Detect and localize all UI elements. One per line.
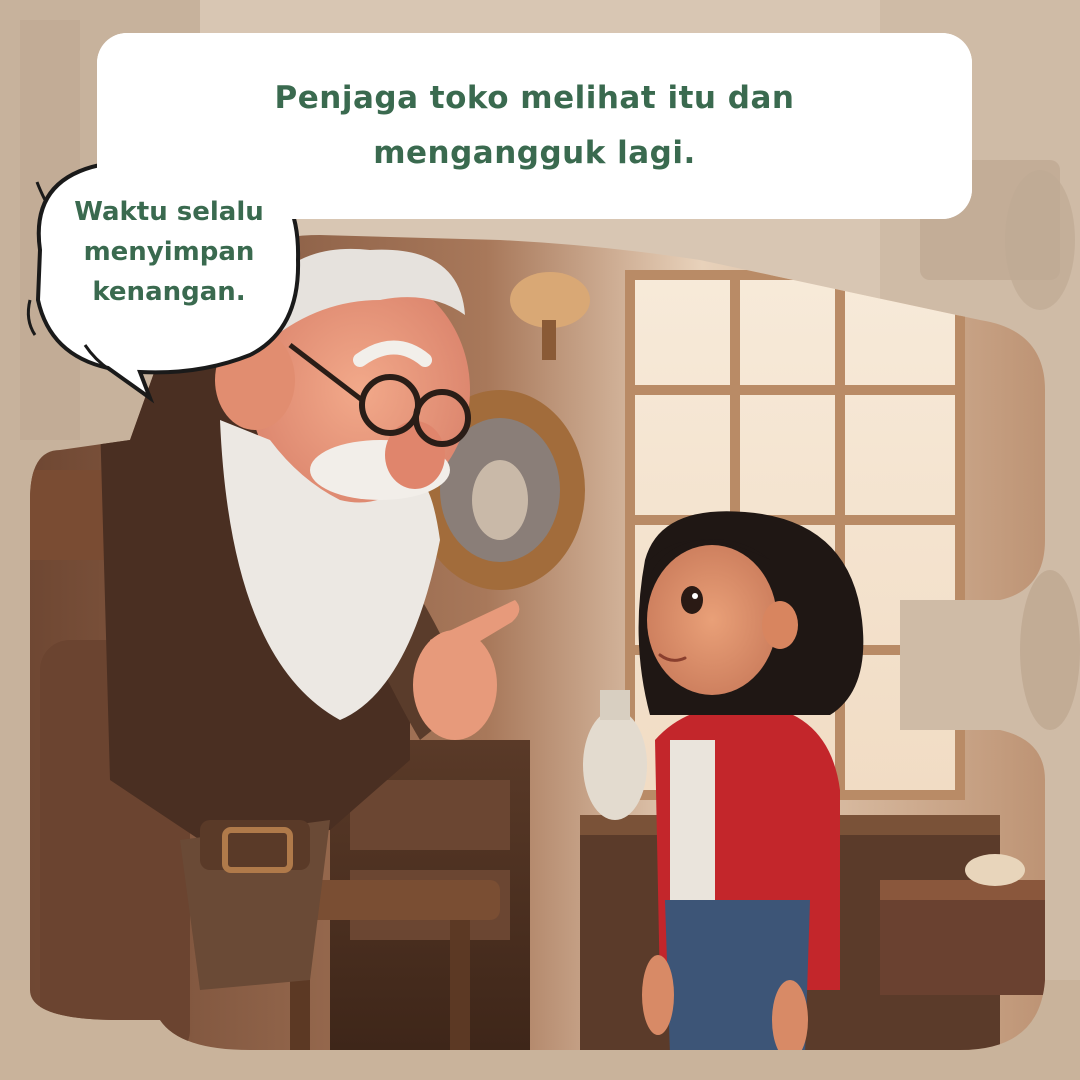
caption-line-1: Penjaga toko melihat itu dan [274,80,795,116]
speech-line-1: Waktu selalu [74,197,264,227]
caption-text: Penjaga toko melihat itu dan mengangguk … [275,71,795,181]
speech-bubble-text: Waktu selalu menyimpan kenangan. [58,192,280,312]
story-page: Penjaga toko melihat itu dan mengangguk … [0,0,1080,1080]
speech-bubble: Waktu selalu menyimpan kenangan. [18,150,308,410]
speech-line-2: menyimpan [83,237,255,267]
speech-line-3: kenangan. [92,277,246,307]
caption-line-2: mengangguk lagi. [373,135,696,171]
